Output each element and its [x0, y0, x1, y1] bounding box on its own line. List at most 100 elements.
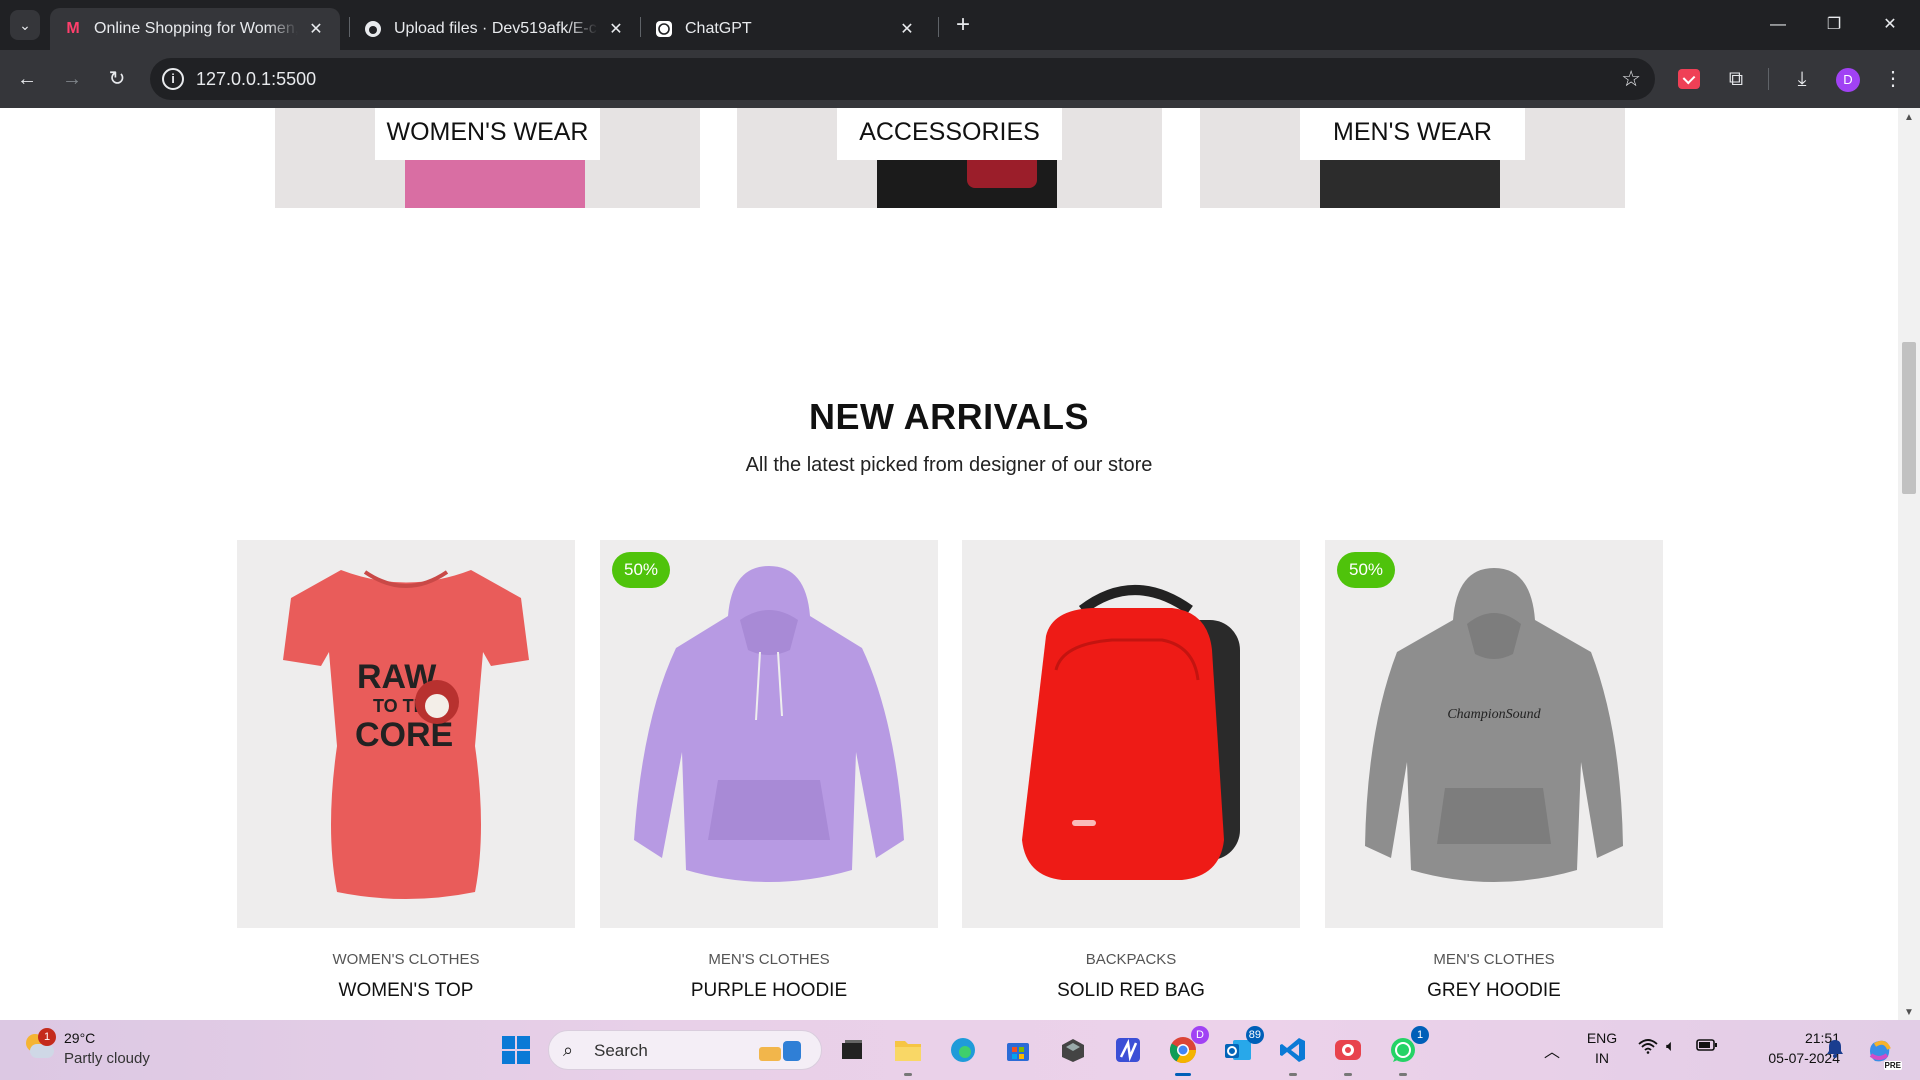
url-text[interactable]: 127.0.0.1:5500: [196, 69, 316, 90]
pen-app-icon[interactable]: [1108, 1030, 1148, 1070]
close-icon[interactable]: ✕: [897, 19, 917, 39]
copilot-preview-label: PRE: [1883, 1061, 1902, 1070]
tab-chatgpt[interactable]: ChatGPT ✕: [641, 8, 931, 50]
scroll-up-arrow-icon[interactable]: ▲: [1898, 112, 1920, 123]
back-arrow-icon[interactable]: ←: [12, 64, 42, 94]
product-category: MEN'S CLOTHES: [708, 951, 830, 968]
category-banner-accessories[interactable]: ACCESSORIES: [737, 108, 1162, 208]
language-region[interactable]: IN: [1582, 1050, 1622, 1066]
github-icon: [364, 20, 382, 38]
chrome-icon[interactable]: D: [1163, 1026, 1209, 1076]
chatgpt-icon: [655, 20, 673, 38]
taskbar-search-box[interactable]: ⌕ Search: [548, 1030, 822, 1070]
tab-title: ChatGPT: [685, 20, 752, 37]
close-icon[interactable]: ✕: [306, 19, 326, 39]
product-name[interactable]: SOLID RED BAG: [962, 980, 1300, 1002]
wifi-icon[interactable]: [1638, 1038, 1658, 1059]
lavender-hoodie-image: [634, 566, 904, 882]
category-label: WOMEN'S WEAR: [375, 108, 600, 160]
discount-badge: 50%: [1337, 552, 1395, 588]
outlook-icon[interactable]: 89: [1218, 1026, 1264, 1070]
notification-bell-icon[interactable]: [1826, 1038, 1844, 1063]
category-label: ACCESSORIES: [837, 108, 1062, 160]
search-highlight-icon: [759, 1041, 801, 1061]
product-card[interactable]: BACKPACKS SOLID RED BAG: [962, 540, 1300, 1002]
weather-temperature[interactable]: 29°C: [64, 1030, 95, 1046]
myntra-icon: M: [66, 20, 80, 37]
page-scrollbar[interactable]: ▲ ▼: [1898, 108, 1920, 1020]
discount-badge: 50%: [612, 552, 670, 588]
product-name[interactable]: GREY HOODIE: [1325, 980, 1663, 1002]
coral-tshirt-image: RAW TO THE CORE: [283, 570, 529, 899]
tab-title: Online Shopping for Women, Men, Kids Fas…: [94, 20, 298, 37]
show-hidden-icons-chevron-icon[interactable]: ︿: [1544, 1038, 1560, 1062]
category-banner-womens[interactable]: WOMEN'S WEAR: [275, 108, 700, 208]
category-banner-mens[interactable]: MEN'S WEAR: [1200, 108, 1625, 208]
product-category: MEN'S CLOTHES: [1433, 951, 1555, 968]
section-title: NEW ARRIVALS: [809, 396, 1089, 437]
volume-icon[interactable]: 🔈︎: [1666, 1038, 1676, 1056]
start-windows-icon[interactable]: [496, 1030, 536, 1070]
scroll-thumb[interactable]: [1902, 342, 1916, 494]
menu-kebab-icon[interactable]: ⋮: [1880, 66, 1906, 92]
product-name[interactable]: WOMEN'S TOP: [237, 980, 575, 1002]
edge-browser-icon[interactable]: [943, 1030, 983, 1070]
copilot-icon[interactable]: PRE: [1860, 1030, 1902, 1070]
red-backpack-image: [1022, 585, 1240, 880]
download-icon[interactable]: ⤓: [1789, 66, 1815, 92]
search-label: Search: [594, 1041, 648, 1060]
browser-tab-strip: ⌄ M Online Shopping for Women, Men, Kids…: [0, 0, 1920, 50]
task-view-icon[interactable]: [832, 1030, 872, 1070]
product-category: BACKPACKS: [1085, 951, 1177, 968]
product-card[interactable]: RAW TO THE CORE WOMEN'S CLOTHES WOMEN'S …: [237, 540, 575, 1002]
vscode-icon[interactable]: [1273, 1030, 1313, 1076]
grey-hoodie-image: ChampionSound: [1365, 568, 1623, 882]
reload-icon[interactable]: ↻: [102, 64, 132, 94]
bookmark-star-icon[interactable]: ☆: [1621, 66, 1641, 92]
chrome-profile-badge: D: [1191, 1026, 1209, 1044]
toolbar-divider: [1768, 68, 1769, 90]
file-explorer-icon[interactable]: [888, 1030, 928, 1076]
restore-icon[interactable]: ❐: [1814, 10, 1854, 40]
close-window-icon[interactable]: ✕: [1870, 10, 1910, 40]
windows-taskbar: 1 29°C Partly cloudy ⌕ Search D 89 1 ︿ E…: [0, 1020, 1920, 1080]
profile-avatar[interactable]: D: [1836, 68, 1860, 92]
product-image[interactable]: ChampionSound 50%: [1325, 540, 1663, 928]
product-card[interactable]: ChampionSound 50% MEN'S CLOTHES GREY HOO…: [1325, 540, 1663, 1002]
product-name[interactable]: PURPLE HOODIE: [600, 980, 938, 1002]
forward-arrow-icon[interactable]: →: [57, 64, 87, 94]
weather-description[interactable]: Partly cloudy: [64, 1050, 150, 1067]
close-icon[interactable]: ✕: [606, 19, 626, 39]
tab-title: Upload files · Dev519afk/E-commerce: [394, 20, 598, 37]
tab-github[interactable]: Upload files · Dev519afk/E-commerce ✕: [350, 8, 640, 50]
pocket-extension-icon[interactable]: [1678, 69, 1700, 89]
outlook-unread-badge: 89: [1245, 1026, 1264, 1044]
product-image[interactable]: RAW TO THE CORE: [237, 540, 575, 928]
extensions-puzzle-icon[interactable]: ⧉: [1723, 66, 1749, 92]
tab-divider: [938, 17, 939, 37]
weather-notification-badge: 1: [38, 1028, 56, 1046]
site-info-icon[interactable]: i: [162, 68, 184, 90]
new-tab-plus-icon[interactable]: +: [950, 12, 976, 38]
tab-myntra[interactable]: M Online Shopping for Women, Men, Kids F…: [50, 8, 340, 50]
hoodie-print-text: ChampionSound: [1447, 707, 1541, 722]
product-category: WOMEN'S CLOTHES: [332, 951, 480, 968]
scroll-down-arrow-icon[interactable]: ▼: [1898, 1007, 1920, 1018]
browser-toolbar: ← → ↻ i 127.0.0.1:5500 ☆ ⧉ ⤓ D ⋮: [0, 50, 1920, 108]
microsoft-store-icon[interactable]: [998, 1030, 1038, 1070]
tab-search-chevron-icon[interactable]: ⌄: [10, 10, 40, 40]
screen-recorder-icon[interactable]: [1328, 1030, 1368, 1076]
search-icon: ⌕: [563, 1040, 574, 1060]
product-image[interactable]: [962, 540, 1300, 928]
whatsapp-icon[interactable]: 1: [1383, 1026, 1429, 1076]
page-viewport: WOMEN'S WEAR ACCESSORIES MEN'S WEAR NEW …: [0, 108, 1898, 1020]
minimize-icon[interactable]: —: [1758, 10, 1798, 40]
section-subtitle: All the latest picked from designer of o…: [745, 454, 1153, 476]
language-indicator[interactable]: ENG: [1582, 1030, 1622, 1046]
address-bar[interactable]: i 127.0.0.1:5500 ☆: [150, 58, 1655, 100]
battery-icon[interactable]: [1696, 1038, 1718, 1057]
whatsapp-unread-badge: 1: [1411, 1026, 1429, 1044]
product-image[interactable]: 50%: [600, 540, 938, 928]
product-card[interactable]: 50% MEN'S CLOTHES PURPLE HOODIE: [600, 540, 938, 1002]
virtualbox-icon[interactable]: [1053, 1030, 1093, 1070]
